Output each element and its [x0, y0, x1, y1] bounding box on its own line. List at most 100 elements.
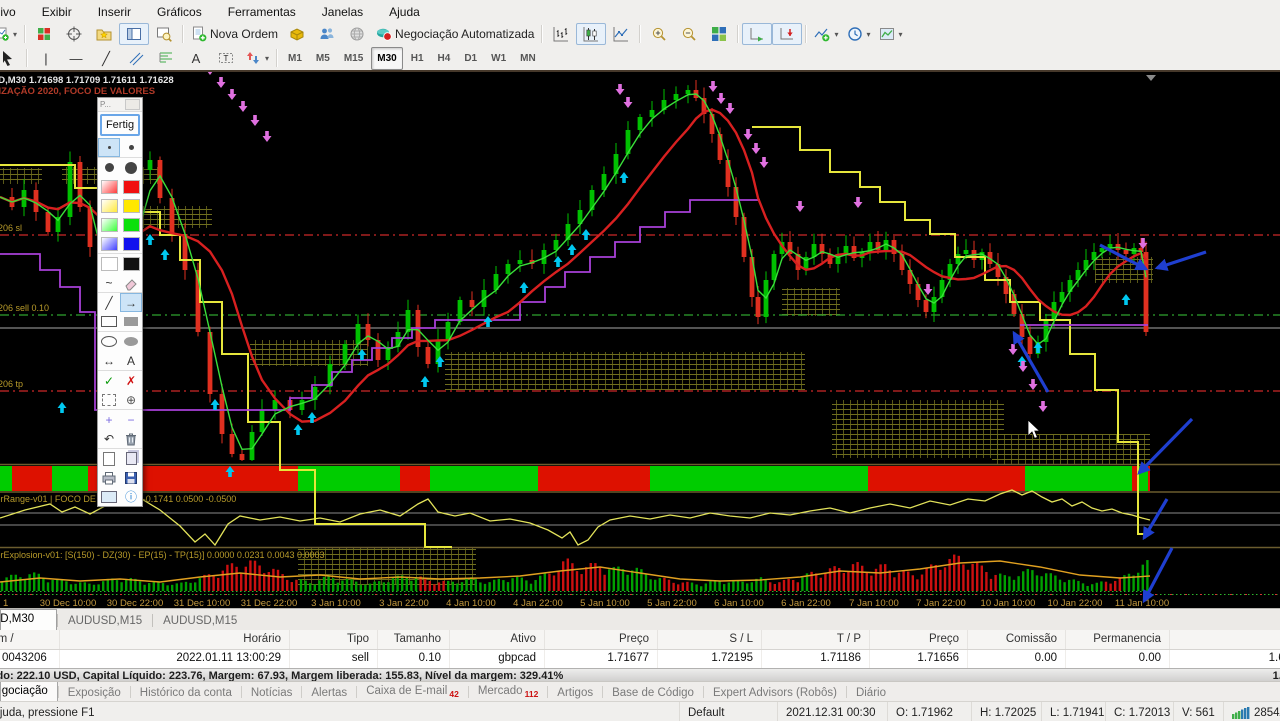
save-button[interactable] — [120, 468, 142, 487]
favorites-button[interactable] — [89, 23, 119, 45]
apply-button[interactable]: ✓ — [98, 371, 120, 390]
crop-tool[interactable] — [98, 390, 120, 409]
templates-button[interactable]: ▾ — [875, 23, 907, 45]
column-header-3[interactable]: Tamanho — [378, 630, 450, 649]
toolbox-tab-alertas[interactable]: Alertas — [302, 684, 356, 702]
zoom-in-button[interactable] — [644, 23, 674, 45]
paint-palette-window[interactable]: P... Fertig ~ ╱ → ↔ A ✓ ✗ ⊕ + − ↶ ⓘ — [97, 97, 143, 507]
toolbox-tab-expert-advisors-rob-s-[interactable]: Expert Advisors (Robôs) — [704, 684, 846, 702]
crosshair-button[interactable] — [59, 23, 89, 45]
data-window-button[interactable] — [149, 23, 179, 45]
copy-button[interactable] — [120, 449, 142, 468]
palette-done-button[interactable]: Fertig — [100, 114, 140, 136]
line-tool[interactable]: ╱ — [98, 293, 120, 312]
ellipse-tool[interactable] — [98, 332, 120, 351]
timeframe-m15[interactable]: M15 — [338, 47, 369, 70]
magnify-tool[interactable]: ⊕ — [120, 390, 142, 409]
menu-inserir[interactable]: Inserir — [85, 1, 144, 22]
timeframe-w1[interactable]: W1 — [485, 47, 512, 70]
horizontal-line-tool[interactable]: — — [61, 47, 91, 69]
cursor-tool[interactable] — [0, 47, 23, 69]
menu-graficos[interactable]: Gráficos — [144, 1, 215, 22]
delete-button[interactable] — [120, 429, 142, 448]
candle-chart-button[interactable] — [576, 23, 607, 45]
market-watch-button[interactable] — [119, 23, 150, 45]
color-white[interactable] — [98, 254, 120, 273]
cancel-button[interactable]: ✗ — [120, 371, 142, 390]
toolbox-tab-artigos[interactable]: Artigos — [548, 684, 602, 702]
tile-windows-button[interactable] — [704, 23, 734, 45]
pen-size-3[interactable] — [98, 158, 120, 177]
toolbox-tab-caixa-de-e-mail[interactable]: Caixa de E-mail 42 — [357, 682, 468, 702]
info-button[interactable]: ⓘ — [120, 487, 142, 506]
menu-arquivo[interactable]: Arquivo — [0, 1, 29, 22]
indicators-button[interactable]: ▾ — [810, 23, 842, 45]
arrow-tool[interactable]: → — [120, 293, 142, 312]
auto-scroll-button[interactable] — [742, 23, 773, 45]
ellipse-filled-tool[interactable] — [120, 332, 142, 351]
chart-tab-2[interactable]: AUDUSD,M15 — [153, 612, 247, 631]
column-header-6[interactable]: S / L — [658, 630, 762, 649]
color-black[interactable] — [120, 254, 142, 273]
palette-titlebar-button[interactable] — [125, 99, 140, 110]
toolbox-tab-not-cias[interactable]: Notícias — [242, 684, 302, 702]
column-header-10[interactable]: Permanencia — [1066, 630, 1170, 649]
rectangle-filled-tool[interactable] — [120, 312, 142, 331]
toolbox-tab-exposi-o[interactable]: Exposição — [59, 684, 130, 702]
color-blue-gradient[interactable] — [98, 234, 120, 253]
color-yellow[interactable] — [120, 196, 142, 215]
toolbox-tab-negocia-o[interactable]: Negociação — [0, 682, 58, 702]
shapes-tool[interactable]: ▾ — [241, 47, 273, 69]
color-green[interactable] — [120, 215, 142, 234]
column-header-7[interactable]: T / P — [762, 630, 870, 649]
menu-janelas[interactable]: Janelas — [309, 1, 376, 22]
timeframe-m1[interactable]: M1 — [282, 47, 308, 70]
color-green-gradient[interactable] — [98, 215, 120, 234]
new-order-button[interactable]: Nova Ordem — [187, 23, 282, 45]
column-header-4[interactable]: Ativo — [450, 630, 545, 649]
color-blue[interactable] — [120, 234, 142, 253]
status-profile[interactable]: Default — [680, 702, 778, 721]
bar-chart-button[interactable] — [546, 23, 576, 45]
chart-tab-1[interactable]: AUDUSD,M15 — [58, 612, 152, 631]
trendline-tool[interactable]: ╱ — [91, 47, 121, 69]
undo-button[interactable]: ↶ — [98, 429, 120, 448]
image-button[interactable] — [98, 487, 120, 506]
community-button[interactable] — [312, 23, 342, 45]
toolbox-tab-base-de-c-digo[interactable]: Base de Código — [603, 684, 703, 702]
column-header-5[interactable]: Preço — [545, 630, 658, 649]
color-red-gradient[interactable] — [98, 177, 120, 196]
toolbox-tab-mercado[interactable]: Mercado 112 — [469, 682, 547, 702]
chart-canvas[interactable]: 1 30 Dec 10:00 30 Dec 22:00 31 Dec 10:00 31 … — [0, 72, 1280, 610]
chart-shift-button[interactable] — [772, 23, 803, 45]
toolbox-tab-hist-rico-da-conta[interactable]: Histórico da conta — [131, 684, 241, 702]
label-tool[interactable] — [211, 47, 241, 69]
pencil-tool[interactable]: ~ — [98, 273, 120, 292]
toolbox-tab-di-rio[interactable]: Diário — [847, 684, 895, 702]
vertical-line-tool[interactable]: | — [31, 47, 61, 69]
plus-tool[interactable]: + — [98, 410, 120, 429]
new-chart-button[interactable]: ▾ — [0, 23, 21, 45]
column-header-0[interactable]: Ordem / — [0, 630, 60, 649]
timeframe-mn[interactable]: MN — [514, 47, 542, 70]
pen-size-4[interactable] — [120, 158, 142, 177]
depth-of-market-button[interactable] — [282, 23, 312, 45]
sounds-button[interactable] — [342, 23, 372, 45]
text-tool[interactable]: A — [181, 47, 211, 69]
new-page-button[interactable] — [98, 449, 120, 468]
column-header-9[interactable]: Comissão — [968, 630, 1066, 649]
line-chart-button[interactable] — [606, 23, 636, 45]
periods-button[interactable]: ▾ — [843, 23, 875, 45]
pen-size-1[interactable] — [98, 138, 120, 157]
timeframe-h4[interactable]: H4 — [432, 47, 457, 70]
fibonacci-tool[interactable] — [151, 47, 181, 69]
profiles-button[interactable] — [29, 23, 59, 45]
chart-tab-0[interactable]: GBPCAD,M30 — [0, 609, 57, 631]
column-header-11[interactable] — [1170, 630, 1280, 649]
timeframe-m5[interactable]: M5 — [310, 47, 336, 70]
timeframe-m30[interactable]: M30 — [371, 46, 403, 70]
algo-trading-button[interactable]: Negociação Automatizada — [372, 23, 538, 45]
column-header-2[interactable]: Tipo — [290, 630, 378, 649]
color-red[interactable] — [120, 177, 142, 196]
trade-table-row[interactable]: 0043206 2022.01.11 13:00:29 sell 0.10 gbpcad… — [0, 650, 1280, 668]
